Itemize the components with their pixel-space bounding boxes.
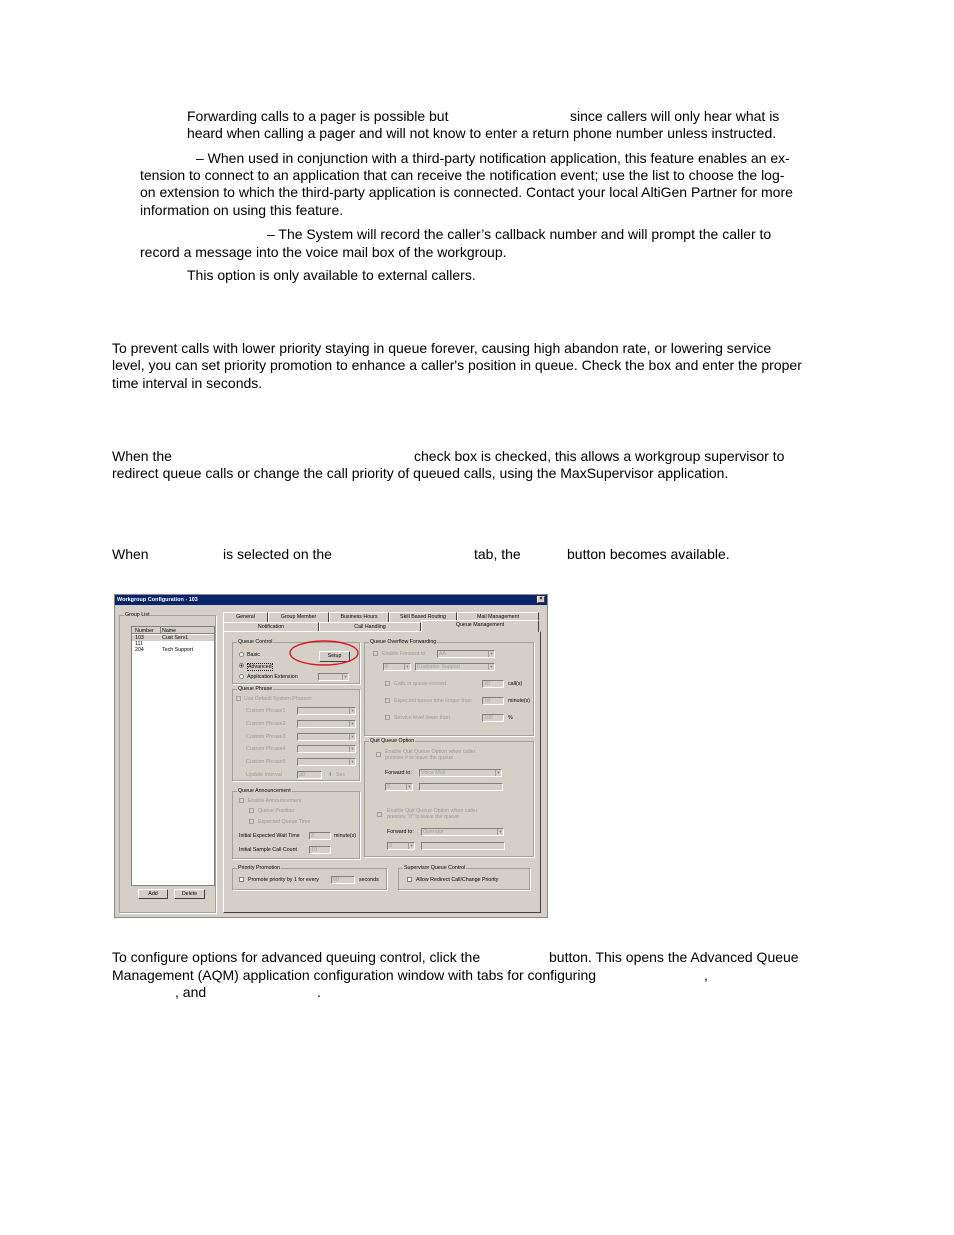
quit-zero-checkbox[interactable] — [377, 812, 382, 817]
text-line: When the — [112, 448, 172, 464]
forward-to-select[interactable]: AA ▼ — [437, 650, 495, 658]
text-line: , — [704, 967, 708, 983]
calls-exceed-field[interactable]: 20 — [482, 680, 504, 688]
promote-interval-field[interactable]: 60 — [331, 876, 355, 884]
tab-general[interactable]: General — [223, 612, 268, 622]
text-line: button. This opens the Advanced Queue — [549, 949, 799, 965]
tab-business-hours[interactable]: Business Hours — [329, 612, 389, 622]
text-line: . — [317, 984, 321, 1000]
add-button[interactable]: Add — [138, 889, 168, 899]
expected-longer-checkbox[interactable] — [385, 698, 390, 703]
text-line: Management (AQM) application configurati… — [112, 967, 597, 983]
initial-wait-field[interactable]: 2 — [309, 832, 331, 840]
enable-forward-checkbox[interactable] — [373, 651, 378, 656]
text-line: heard when calling a pager and will not … — [187, 125, 777, 141]
title-bar: Workgroup Configuration - 103 × — [115, 595, 547, 605]
prefix-select[interactable]: 9 ▼ — [383, 663, 411, 671]
delete-button[interactable]: Delete — [174, 889, 205, 899]
promote-priority-checkbox[interactable] — [239, 877, 244, 882]
service-level-field[interactable]: 100 — [482, 714, 504, 722]
phrase5-select[interactable]: ▼ — [297, 758, 356, 766]
text-line: level, you can set priority promotion to… — [112, 357, 802, 373]
text-line: To prevent calls with lower priority sta… — [112, 340, 772, 356]
overflow-group: Queue Overflow Forwarding Enable Forward… — [364, 639, 534, 736]
text-line: on extension to which the third-party ap… — [140, 184, 793, 200]
phrase1-select[interactable]: ▼ — [297, 707, 356, 715]
initial-sample-field[interactable]: 10 — [309, 846, 331, 854]
text-line: tab, the — [474, 546, 521, 562]
text-line: check box is checked, this allows a work… — [414, 448, 785, 464]
text-line: button becomes available. — [567, 546, 730, 562]
priority-promotion-group: Priority Promotion Promote priority by 1… — [232, 865, 387, 890]
expected-time-checkbox[interactable] — [249, 819, 254, 824]
use-default-checkbox[interactable] — [236, 696, 241, 701]
text-line: information on using this feature. — [140, 202, 344, 218]
tab-queue-management[interactable]: Queue Management — [421, 620, 539, 632]
basic-radio[interactable] — [239, 652, 244, 657]
text-line: , and — [175, 984, 207, 1000]
phrase4-select[interactable]: ▼ — [297, 745, 356, 753]
text-line: redirect queue calls or change the call … — [112, 465, 729, 481]
group-list[interactable]: Number Name 103 Cust Serv1 111 204 Tech Su… — [131, 626, 215, 886]
tab-panel: Queue Control Basic Advanced Application… — [223, 631, 541, 913]
quit2-prefix-select[interactable]: 9 ▼ — [387, 842, 415, 850]
basic-label: Basic — [247, 652, 260, 658]
col-name[interactable]: Name — [162, 628, 176, 634]
text-line: This option is only available to externa… — [187, 267, 476, 283]
list-item[interactable]: 204 Tech Support — [132, 647, 214, 653]
tab-group-member[interactable]: Group Member — [268, 612, 329, 622]
window-title: Workgroup Configuration - 103 — [117, 597, 198, 603]
quit-hash-checkbox[interactable] — [376, 752, 381, 757]
queue-phrase-group: Queue Phrase Use Default System Phrases … — [232, 686, 360, 781]
highlight-ellipse — [289, 640, 359, 666]
phrase2-select[interactable]: ▼ — [297, 720, 356, 728]
supervisor-queue-group: Supervisor Queue Control Allow Redirect … — [398, 865, 530, 890]
text-line: time interval in seconds. — [112, 375, 263, 391]
app-extension-label: Application Extension — [247, 674, 298, 680]
spinner-icon: ⬍ — [328, 772, 333, 778]
expected-longer-field[interactable]: 10 — [482, 697, 504, 705]
phrase3-select[interactable]: ▼ — [297, 733, 356, 741]
queue-position-checkbox[interactable] — [249, 808, 254, 813]
close-icon[interactable]: × — [537, 596, 545, 603]
text-line: is selected on the — [223, 546, 332, 562]
quit2-forward-select[interactable]: Operator ▼ — [421, 828, 504, 836]
calls-exceed-checkbox[interactable] — [385, 681, 390, 686]
advanced-label: Advanced — [247, 663, 273, 671]
workgroup-config-screenshot: Workgroup Configuration - 103 × Group Lis… — [114, 594, 548, 918]
quit1-extension-field[interactable] — [419, 783, 503, 791]
allow-redirect-checkbox[interactable] — [407, 877, 412, 882]
enable-announcement-checkbox[interactable] — [239, 798, 244, 803]
text-line: To configure options for advanced queuin… — [112, 949, 481, 965]
text-line: since callers will only hear what is — [570, 108, 780, 124]
text-line: record a message into the voice mail box… — [140, 244, 507, 260]
group-list-frame: Group List Number Name 103 Cust Serv1 111… — [119, 612, 216, 913]
app-extension-select[interactable]: ▼ — [318, 673, 349, 681]
text-line: When — [112, 546, 149, 562]
update-interval-field[interactable]: 30 — [297, 771, 322, 779]
quit1-forward-select[interactable]: Voice Mail ▼ — [419, 769, 502, 777]
col-number[interactable]: Number — [135, 628, 154, 634]
text-line: tension to connect to an application tha… — [140, 167, 785, 183]
text-line: – The System will record the caller’s ca… — [267, 226, 772, 242]
text-line: Forwarding calls to a pager is possible … — [187, 108, 449, 124]
quit2-extension-field[interactable] — [421, 842, 505, 850]
text-line: – When used in conjunction with a third-… — [196, 150, 790, 166]
extension-select[interactable]: Customer Support ▼ — [415, 663, 495, 671]
list-header: Number Name — [132, 627, 214, 634]
app-extension-radio[interactable] — [239, 674, 244, 679]
group-list-label: Group List — [124, 612, 151, 618]
quit1-prefix-select[interactable]: 9 ▼ — [385, 783, 413, 791]
quit-queue-group: Quit Queue Option Enable Quit Queue Opti… — [364, 738, 534, 857]
queue-announcement-group: Queue Announcement Enable Announcement Q… — [232, 788, 360, 859]
service-level-checkbox[interactable] — [385, 715, 390, 720]
advanced-radio[interactable] — [239, 663, 244, 668]
